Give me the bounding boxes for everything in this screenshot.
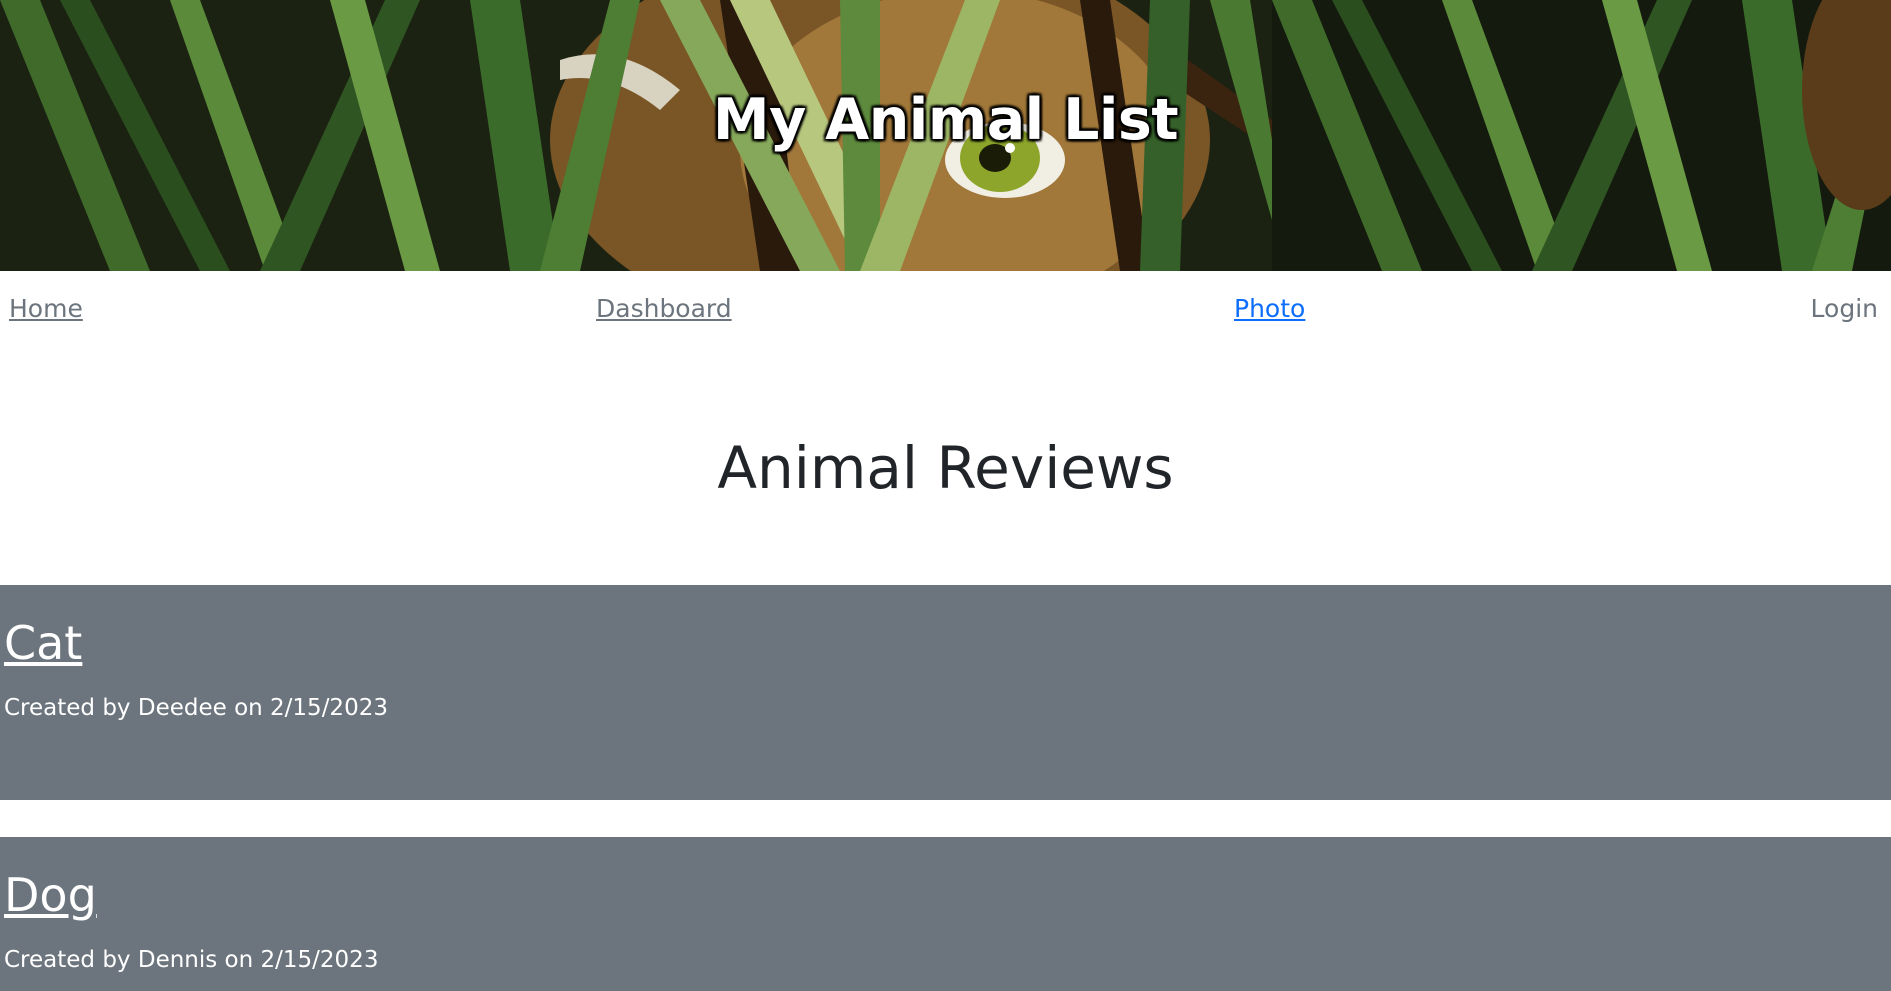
page-title: Animal Reviews [717,434,1174,502]
review-card: Dog Created by Dennis on 2/15/2023 [0,837,1891,991]
site-title: My Animal List [712,87,1179,154]
nav-link-photo[interactable]: Photo [1234,293,1305,325]
nav-link-dashboard[interactable]: Dashboard [596,293,732,325]
review-card: Cat Created by Deedee on 2/15/2023 [0,585,1891,800]
review-meta: Created by Deedee on 2/15/2023 [4,695,388,721]
review-title-link[interactable]: Cat [4,613,82,673]
nav-link-login[interactable]: Login [1811,293,1878,325]
review-title-link[interactable]: Dog [4,865,97,925]
header-banner: My Animal List [0,0,1891,271]
nav-link-home[interactable]: Home [9,293,83,325]
review-meta: Created by Dennis on 2/15/2023 [4,947,379,973]
top-nav: Home Dashboard Photo Login [0,271,1891,347]
